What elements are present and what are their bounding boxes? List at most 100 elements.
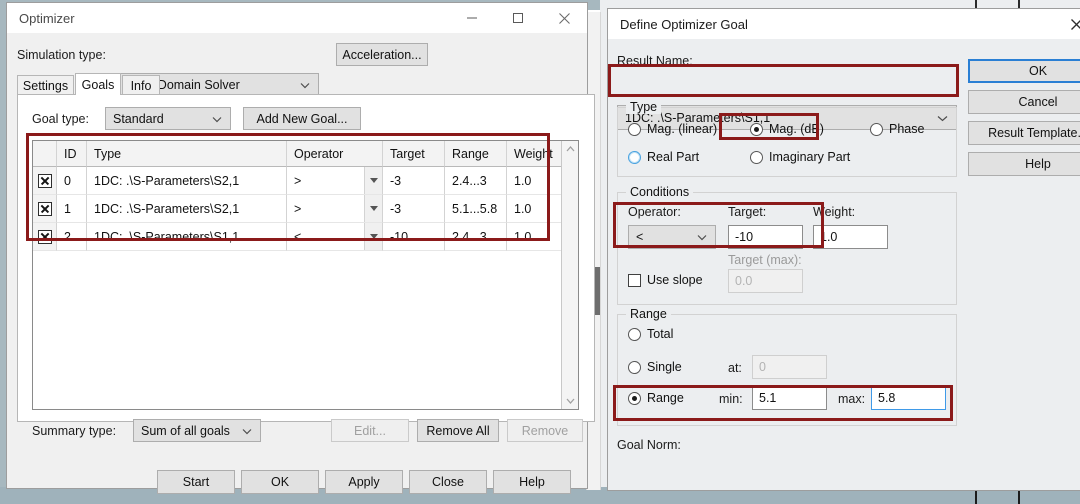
row-enabled-checkbox[interactable] [33,223,57,251]
dialog-cancel-button[interactable]: Cancel [968,90,1080,114]
close-icon[interactable] [541,3,587,33]
table-scrollbar[interactable] [561,141,578,409]
goal-type-value: Standard [113,111,164,126]
operator-value: < [636,230,644,244]
scroll-down-icon[interactable] [562,393,578,409]
chevron-down-icon [697,230,707,244]
chevron-down-icon[interactable] [364,167,382,194]
chevron-down-icon [242,424,252,438]
goal-type-label: Goal type: [32,112,89,126]
tab-goals[interactable]: Goals [75,73,121,95]
chevron-down-icon[interactable] [364,223,382,250]
operator-combo[interactable]: < [628,225,716,249]
row-enabled-checkbox[interactable] [33,195,57,223]
target-max-input: 0.0 [728,269,803,293]
chevron-down-icon[interactable] [364,195,382,222]
cell-id: 0 [57,167,87,195]
col-header-id: ID [57,141,87,167]
close-icon[interactable] [1046,9,1080,39]
radio-range-total[interactable]: Total [628,327,673,341]
help-button[interactable]: Help [493,470,571,494]
dialog-ok-button[interactable]: OK [968,59,1080,83]
radio-imaginary-part[interactable]: Imaginary Part [750,150,850,164]
range-max-input[interactable]: 5.8 [871,386,946,410]
cell-target: -10 [383,223,445,251]
cell-operator-value: > [294,173,302,188]
cell-weight: 1.0 [507,223,569,251]
use-slope-label: Use slope [647,273,703,287]
checkbox-icon [628,273,641,287]
result-template-button[interactable]: Result Template... [968,121,1080,145]
optimizer-title: Optimizer [19,10,75,26]
table-row[interactable]: 0 1DC: .\S-Parameters\S2,1 > -3 2.4...3 … [33,167,578,195]
minimize-icon[interactable] [449,3,495,33]
cell-weight: 1.0 [507,167,569,195]
cell-target: -3 [383,195,445,223]
ok-button-label: OK [270,475,290,489]
cell-operator[interactable]: > [287,195,383,223]
cell-operator[interactable]: > [287,167,383,195]
optimizer-window-buttons [449,3,587,33]
radio-real-part[interactable]: Real Part [628,150,699,164]
acceleration-button-label: Acceleration... [342,47,422,62]
target-input[interactable]: -10 [728,225,803,249]
optimizer-titlebar: Optimizer [7,3,587,33]
cell-weight: 1.0 [507,195,569,223]
bottom-divider-2 [1018,489,1020,504]
type-group: Type Mag. (linear) Mag. (dB) Phase Real … [617,100,957,177]
radio-mag-linear[interactable]: Mag. (linear) [628,122,717,136]
add-new-goal-label: Add New Goal... [256,111,348,126]
range-min-input[interactable]: 5.1 [752,386,827,410]
type-group-label: Type [626,100,662,114]
radio-phase[interactable]: Phase [870,122,924,136]
radio-range-single[interactable]: Single [628,360,682,374]
maximize-icon[interactable] [495,3,541,33]
summary-type-combo[interactable]: Sum of all goals [133,419,261,442]
goal-dialog-titlebar: Define Optimizer Goal [608,9,1080,39]
radio-single-label: Single [647,360,682,374]
use-slope-checkbox[interactable]: Use slope [628,273,703,287]
dialog-help-label: Help [1025,157,1051,171]
cell-operator-value: < [294,229,302,244]
close-button[interactable]: Close [409,470,487,494]
radio-mag-db[interactable]: Mag. (dB) [750,122,824,136]
radio-total-label: Total [647,327,674,341]
tab-goals-label: Goals [81,77,115,92]
tab-settings[interactable]: Settings [17,75,74,95]
ok-button[interactable]: OK [241,470,319,494]
weight-input[interactable]: 1.0 [813,225,888,249]
col-header-type: Type [87,141,287,167]
summary-type-label: Summary type: [32,424,117,438]
add-new-goal-button[interactable]: Add New Goal... [243,107,361,130]
radio-imaginary-part-label: Imaginary Part [769,150,851,164]
row-enabled-checkbox[interactable] [33,167,57,195]
radio-icon [750,122,763,136]
goal-dialog-title: Define Optimizer Goal [620,16,748,32]
summary-type-value: Sum of all goals [141,423,230,438]
tab-info[interactable]: Info [122,75,160,95]
radio-icon [628,327,641,341]
radio-icon [870,122,883,136]
radio-range-range[interactable]: Range [628,391,684,405]
range-max-value: 5.8 [878,391,896,405]
acceleration-button[interactable]: Acceleration... [336,43,428,66]
cell-operator[interactable]: < [287,223,383,251]
goal-type-combo[interactable]: Standard [105,107,231,130]
scroll-up-icon[interactable] [562,141,578,157]
start-button[interactable]: Start [157,470,235,494]
chevron-down-icon [212,112,222,126]
checked-box-icon [37,201,52,216]
table-row[interactable]: 2 1DC: .\S-Parameters\S1,1 < -10 2.4...3… [33,223,578,251]
help-button-label: Help [519,475,545,489]
range-group: Range Total Single at: 0 Range min: 5.1 … [617,307,957,426]
edit-button: Edit... [331,419,409,442]
col-header-operator: Operator [287,141,383,167]
cell-range: 2.4...3 [445,223,507,251]
weight-value: 1.0 [820,230,838,244]
table-row[interactable]: 1 1DC: .\S-Parameters\S2,1 > -3 5.1...5.… [33,195,578,223]
goals-table[interactable]: ID Type Operator Target Range Weight 0 1… [32,140,579,410]
tab-info-label: Info [130,78,152,93]
apply-button[interactable]: Apply [325,470,403,494]
dialog-help-button[interactable]: Help [968,152,1080,176]
remove-all-button[interactable]: Remove All [417,419,499,442]
